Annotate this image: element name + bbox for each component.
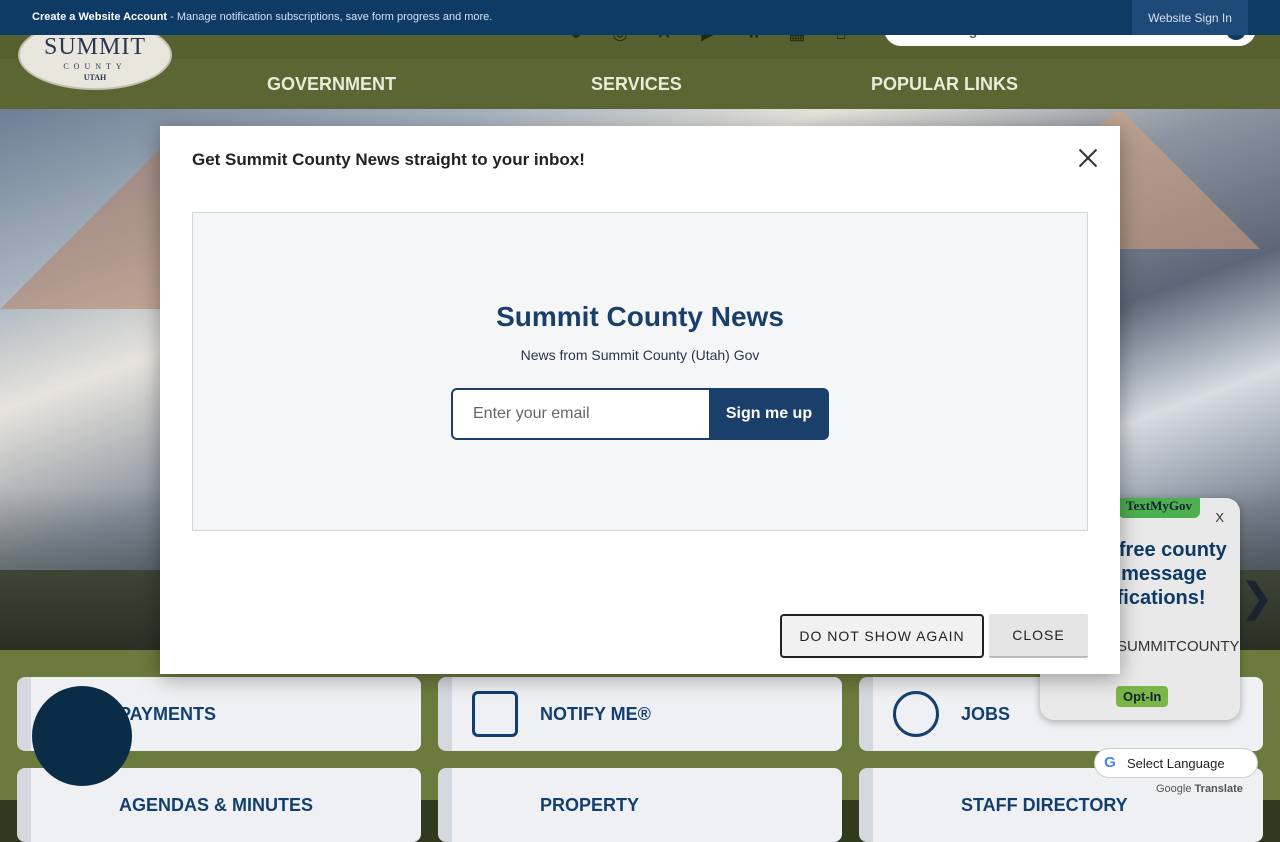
do-not-show-again-button[interactable]: DO NOT SHOW AGAIN	[780, 614, 984, 658]
modal-close-icon[interactable]	[1076, 146, 1100, 170]
modal-title: Get Summit County News straight to your …	[192, 150, 585, 169]
newsletter-subtitle: News from Summit County (Utah) Gov	[520, 347, 760, 363]
email-field[interactable]	[451, 388, 709, 440]
newsletter-title: Summit County News	[496, 301, 784, 332]
newsletter-modal: Get Summit County News straight to your …	[160, 126, 1120, 674]
sign-me-up-button[interactable]: Sign me up	[709, 388, 829, 440]
newsletter-signup-box: Summit County News News from Summit Coun…	[192, 212, 1088, 531]
close-button[interactable]: CLOSE	[989, 614, 1088, 658]
